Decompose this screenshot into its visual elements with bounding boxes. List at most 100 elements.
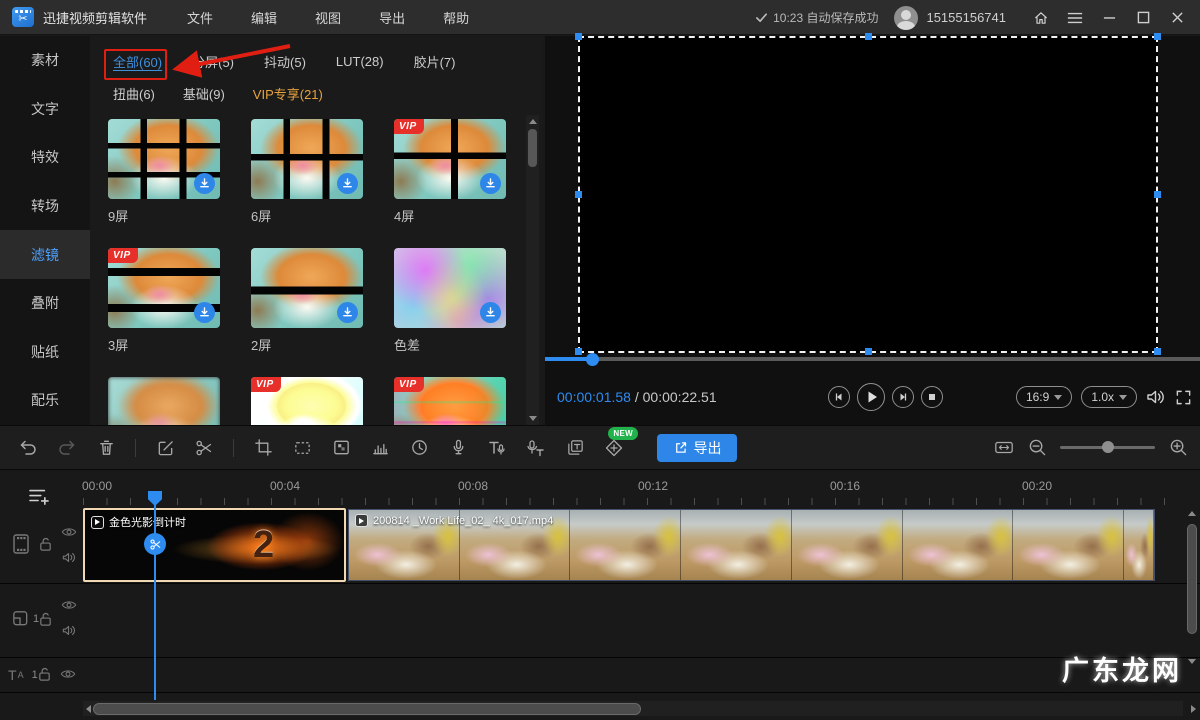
filter-item-6split[interactable]: 6屏 [251, 119, 363, 225]
filter-thumbnail[interactable] [108, 377, 220, 425]
download-icon[interactable] [480, 173, 501, 194]
filter-thumbnail[interactable] [251, 248, 363, 328]
close-button[interactable] [1164, 0, 1190, 35]
track-visibility-icon[interactable] [61, 599, 77, 611]
split-scissors-icon[interactable] [194, 438, 214, 458]
aspect-ratio-dropdown[interactable]: 16:9 [1016, 386, 1072, 408]
duration-clock-icon[interactable] [409, 438, 429, 458]
filter-item-shake[interactable] [108, 377, 220, 425]
tab-all[interactable]: 全部(60) [113, 52, 162, 71]
volume-icon[interactable] [1146, 388, 1166, 406]
crop-icon[interactable] [253, 438, 273, 458]
lock-icon[interactable] [38, 536, 53, 552]
playhead[interactable] [154, 491, 156, 700]
filter-thumbnail[interactable]: VIP [394, 119, 506, 199]
preview-progress-bar[interactable] [545, 357, 1200, 361]
filter-item-glitch[interactable]: VIP [394, 377, 506, 425]
timeline-clip-countdown[interactable]: 金色光影倒计时 2 [83, 508, 346, 582]
stop-button[interactable] [921, 386, 943, 408]
scroll-right-arrow[interactable] [1191, 705, 1196, 713]
lock-icon[interactable] [38, 611, 53, 627]
tab-shake[interactable]: 抖动(5) [264, 52, 306, 71]
filter-item-9split[interactable]: 9屏 [108, 119, 220, 225]
tab-basic[interactable]: 基础(9) [183, 84, 225, 103]
track-mute-icon[interactable] [62, 624, 76, 637]
marker-tag-icon[interactable]: NEW [604, 438, 624, 458]
speech-to-text-icon[interactable] [526, 438, 546, 458]
filter-thumbnail[interactable] [108, 119, 220, 199]
filter-thumbnail[interactable] [251, 119, 363, 199]
edit-clip-icon[interactable] [155, 438, 175, 458]
tab-film[interactable]: 胶片(7) [414, 52, 456, 71]
sidebar-item-overlays[interactable]: 叠附 [0, 279, 90, 328]
tab-lut[interactable]: LUT(28) [336, 54, 384, 69]
download-icon[interactable] [480, 302, 501, 323]
avatar[interactable] [894, 6, 918, 30]
selection-handle-s[interactable] [865, 348, 872, 355]
selection-handle-nw[interactable] [575, 33, 582, 40]
scroll-up-arrow[interactable] [1188, 511, 1196, 516]
timeline-zoom-slider[interactable] [1060, 446, 1155, 449]
download-icon[interactable] [194, 302, 215, 323]
mosaic-icon[interactable] [331, 438, 351, 458]
tab-vip[interactable]: VIP专享(21) [253, 84, 323, 103]
menu-help[interactable]: 帮助 [431, 4, 481, 31]
download-icon[interactable] [337, 302, 358, 323]
selection-handle-n[interactable] [865, 33, 872, 40]
selection-handle-w[interactable] [575, 191, 582, 198]
scrollbar-thumb[interactable] [1187, 524, 1197, 634]
speed-dropdown[interactable]: 1.0x [1081, 386, 1137, 408]
sidebar-item-music[interactable]: 配乐 [0, 376, 90, 425]
username[interactable]: 15155156741 [926, 10, 1006, 25]
selection-handle-ne[interactable] [1154, 33, 1161, 40]
menu-edit[interactable]: 编辑 [239, 4, 289, 31]
sidebar-item-filters[interactable]: 滤镜 [0, 230, 90, 279]
scroll-down-arrow[interactable] [529, 416, 537, 421]
timeline-ruler[interactable]: 00:00 00:04 00:08 00:12 00:16 00:20 [83, 471, 1186, 506]
menu-file[interactable]: 文件 [175, 4, 225, 31]
filter-item-3split[interactable]: VIP 3屏 [108, 248, 220, 354]
scrollbar-thumb[interactable] [528, 129, 537, 167]
scroll-left-arrow[interactable] [86, 705, 91, 713]
sidebar-item-stickers[interactable]: 贴纸 [0, 328, 90, 377]
preview-canvas[interactable] [578, 36, 1158, 353]
zoom-in-icon[interactable] [1168, 438, 1188, 458]
home-icon[interactable] [1028, 0, 1054, 35]
freeze-frame-icon[interactable] [292, 438, 312, 458]
filter-thumbnail[interactable]: VIP [108, 248, 220, 328]
zoom-out-icon[interactable] [1027, 438, 1047, 458]
filter-item-bright[interactable]: VIP [251, 377, 363, 425]
subtitle-copy-icon[interactable] [565, 438, 585, 458]
add-track-button[interactable] [28, 487, 50, 505]
menu-export[interactable]: 导出 [367, 4, 417, 31]
sidebar-item-media[interactable]: 素材 [0, 36, 90, 85]
menu-view[interactable]: 视图 [303, 4, 353, 31]
selection-handle-e[interactable] [1154, 191, 1161, 198]
text-to-speech-icon[interactable] [487, 438, 507, 458]
undo-icon[interactable] [18, 438, 38, 458]
record-microphone-icon[interactable] [448, 438, 468, 458]
playhead-split-button[interactable] [144, 533, 166, 555]
sidebar-item-transitions[interactable]: 转场 [0, 182, 90, 231]
filter-thumbnail[interactable]: VIP [251, 377, 363, 425]
sidebar-item-text[interactable]: 文字 [0, 85, 90, 134]
delete-icon[interactable] [96, 438, 116, 458]
audio-waveform-icon[interactable] [370, 438, 390, 458]
sidebar-item-effects[interactable]: 特效 [0, 133, 90, 182]
lock-icon[interactable] [37, 666, 52, 682]
filter-thumbnail[interactable] [394, 248, 506, 328]
scroll-down-arrow[interactable] [1188, 659, 1196, 664]
play-button[interactable] [857, 383, 885, 411]
export-button[interactable]: 导出 [657, 434, 737, 462]
filter-scrollbar[interactable] [526, 115, 539, 425]
tab-distort[interactable]: 扭曲(6) [113, 84, 155, 103]
track-visibility-icon[interactable] [60, 668, 76, 680]
filter-thumbnail[interactable]: VIP [394, 377, 506, 425]
progress-handle[interactable] [586, 353, 599, 366]
tab-splitscreen[interactable]: 分屏(5) [192, 52, 234, 71]
download-icon[interactable] [194, 173, 215, 194]
previous-frame-button[interactable] [828, 386, 850, 408]
next-frame-button[interactable] [892, 386, 914, 408]
hamburger-menu-icon[interactable] [1062, 0, 1088, 35]
scrollbar-thumb[interactable] [93, 703, 641, 715]
